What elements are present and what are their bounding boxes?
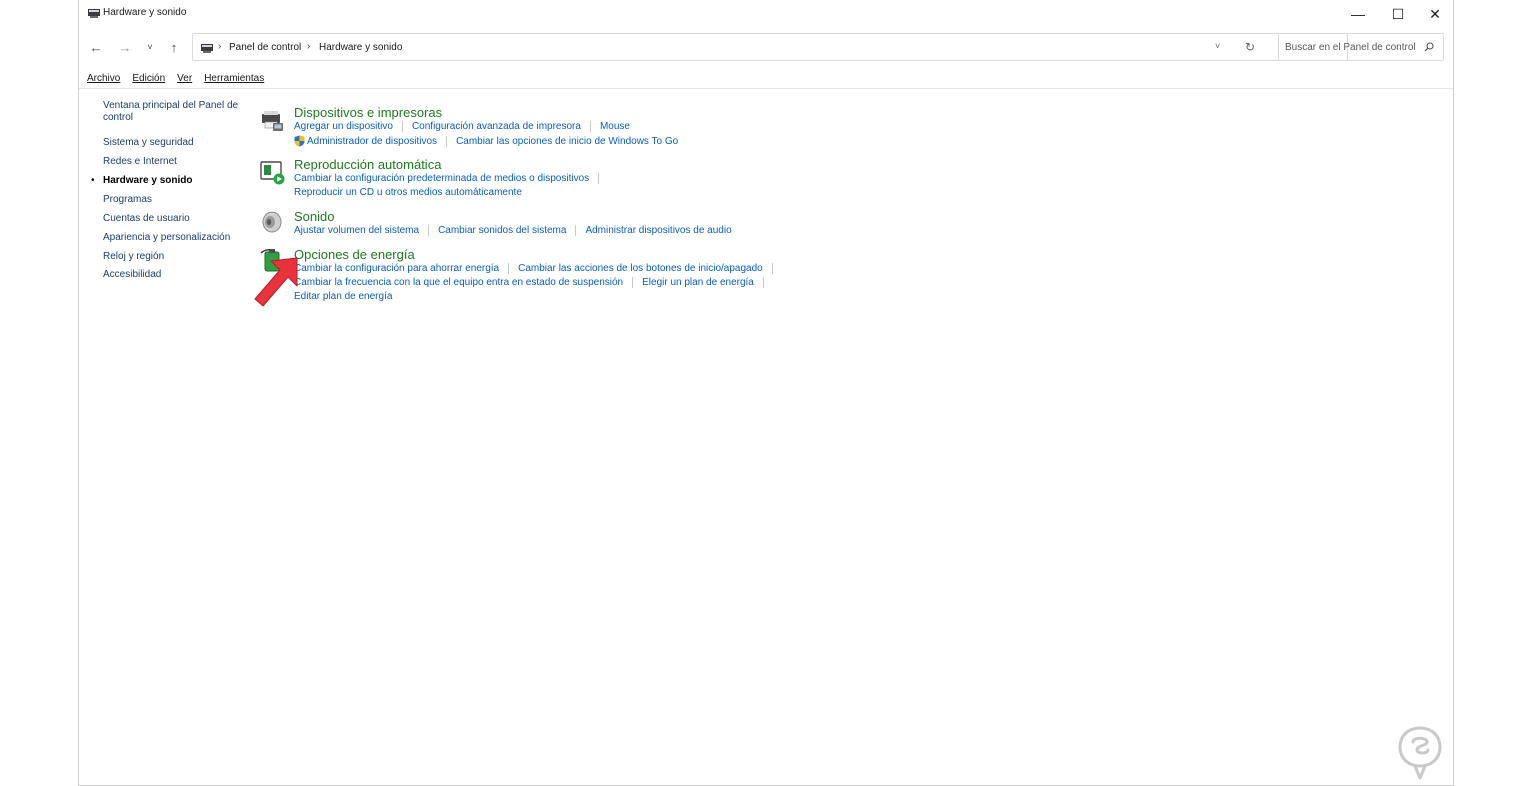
- arrow-left-icon: ←: [89, 39, 103, 55]
- section-title-reproduccion[interactable]: Reproducción automática: [294, 157, 441, 172]
- sidebar-item-accesibilidad[interactable]: Accesibilidad: [103, 269, 161, 281]
- link-separator: [428, 225, 430, 236]
- section-title-sonido[interactable]: Sonido: [294, 209, 334, 224]
- maximize-icon: ☐: [1391, 5, 1405, 22]
- link-separator: [762, 277, 764, 288]
- link-row: Administrador de dispositivos Cambiar la…: [294, 135, 678, 147]
- sidebar-main-link[interactable]: Ventana principal del Panel de control: [103, 100, 243, 124]
- link-config-ahorrar-energia[interactable]: Cambiar la configuración para ahorrar en…: [294, 263, 499, 274]
- sidebar-item-hardware-sonido: Hardware y sonido: [103, 175, 193, 186]
- arrow-right-icon: →: [118, 39, 132, 55]
- link-separator: [446, 135, 448, 147]
- link-config-medios[interactable]: Cambiar la configuración predeterminada …: [294, 173, 589, 184]
- speaker-icon[interactable]: [259, 209, 285, 235]
- arrow-up-icon: ↑: [170, 39, 178, 55]
- menu-herramientas[interactable]: Herramientas: [204, 73, 264, 87]
- link-separator: [589, 121, 591, 132]
- refresh-icon[interactable]: ↻: [1245, 40, 1255, 54]
- control-panel-icon: [201, 44, 213, 53]
- close-icon: ✕: [1429, 5, 1441, 22]
- menu-archivo[interactable]: Archivo: [87, 73, 120, 87]
- link-editar-plan[interactable]: Editar plan de energía: [294, 291, 392, 302]
- link-separator: [401, 121, 403, 132]
- minimize-icon: —: [1351, 6, 1365, 22]
- breadcrumb-separator: ›: [218, 41, 222, 52]
- chevron-down-icon: ˅: [147, 42, 153, 52]
- menu-divider: [79, 88, 1453, 89]
- link-row: Editar plan de energía: [294, 291, 392, 302]
- sidebar-item-programas[interactable]: Programas: [103, 194, 152, 206]
- link-mouse[interactable]: Mouse: [600, 121, 630, 132]
- navigation-bar: ← → ˅ ↑ › Panel de control › Hardware y …: [79, 32, 1453, 62]
- maximize-button[interactable]: ☐: [1379, 0, 1417, 28]
- link-separator: [771, 263, 773, 274]
- link-frecuencia-suspension[interactable]: Cambiar la frecuencia con la que el equi…: [294, 277, 623, 288]
- search-icon: [1424, 42, 1434, 52]
- up-button[interactable]: ↑: [163, 36, 185, 58]
- breadcrumb-separator: ›: [307, 41, 311, 52]
- menu-edicion[interactable]: Edición: [132, 73, 165, 87]
- link-cambiar-sonidos[interactable]: Cambiar sonidos del sistema: [438, 225, 566, 236]
- section-title-dispositivos[interactable]: Dispositivos e impresoras: [294, 105, 442, 120]
- devices-printers-icon[interactable]: [259, 108, 285, 134]
- search-placeholder: Buscar en el Panel de control: [1285, 42, 1416, 53]
- menu-ver[interactable]: Ver: [177, 73, 192, 87]
- menu-bar: Archivo Edición Ver Herramientas: [87, 73, 276, 87]
- link-dispositivos-audio[interactable]: Administrar dispositivos de audio: [585, 225, 731, 236]
- link-elegir-plan[interactable]: Elegir un plan de energía: [642, 277, 754, 288]
- search-input[interactable]: Buscar en el Panel de control: [1278, 33, 1444, 61]
- breadcrumb-panel-de-control[interactable]: Panel de control: [229, 42, 301, 53]
- address-dropdown-icon[interactable]: ˅: [1215, 41, 1220, 51]
- address-bar[interactable]: › Panel de control › Hardware y sonido ˅…: [192, 33, 1348, 61]
- link-row: Cambiar la configuración para ahorrar en…: [294, 263, 782, 274]
- control-panel-icon: [88, 9, 100, 18]
- title-bar: Hardware y sonido — ☐ ✕: [79, 0, 1453, 28]
- link-reproducir-cd[interactable]: Reproducir un CD u otros medios automáti…: [294, 187, 522, 198]
- link-row: Reproducir un CD u otros medios automáti…: [294, 187, 522, 198]
- link-row: Ajustar volumen del sistema Cambiar soni…: [294, 225, 732, 236]
- sidebar-item-redes-internet[interactable]: Redes e Internet: [103, 156, 177, 168]
- link-config-impresora[interactable]: Configuración avanzada de impresora: [412, 121, 581, 132]
- autoplay-icon[interactable]: [259, 159, 285, 185]
- link-agregar-dispositivo[interactable]: Agregar un dispositivo: [294, 121, 393, 132]
- sidebar-item-reloj-region[interactable]: Reloj y región: [103, 251, 164, 263]
- link-ajustar-volumen[interactable]: Ajustar volumen del sistema: [294, 225, 419, 236]
- sidebar-item-sistema-seguridad[interactable]: Sistema y seguridad: [103, 137, 194, 149]
- forward-button[interactable]: →: [114, 36, 136, 58]
- link-separator: [575, 225, 577, 236]
- link-row: Cambiar la frecuencia con la que el equi…: [294, 277, 773, 288]
- sidebar-item-apariencia[interactable]: Apariencia y personalización: [103, 232, 230, 244]
- window-title: Hardware y sonido: [103, 7, 187, 18]
- link-separator: [632, 277, 634, 288]
- link-windows-to-go[interactable]: Cambiar las opciones de inicio de Window…: [456, 136, 678, 147]
- sidebar-item-cuentas-usuario[interactable]: Cuentas de usuario: [103, 213, 190, 225]
- link-separator: [508, 263, 510, 274]
- control-panel-window: Hardware y sonido — ☐ ✕ ← → ˅ ↑ › Panel …: [78, 0, 1454, 786]
- recent-locations-button[interactable]: ˅: [139, 36, 161, 58]
- current-item-bullet: •: [91, 175, 95, 186]
- back-button[interactable]: ←: [85, 36, 107, 58]
- close-button[interactable]: ✕: [1416, 0, 1454, 28]
- link-row: Agregar un dispositivo Configuración ava…: [294, 121, 630, 132]
- minimize-button[interactable]: —: [1339, 0, 1377, 28]
- breadcrumb-hardware-y-sonido[interactable]: Hardware y sonido: [319, 42, 402, 53]
- section-title-energia[interactable]: Opciones de energía: [294, 247, 415, 262]
- link-administrador-dispositivos[interactable]: Administrador de dispositivos: [307, 136, 437, 147]
- link-acciones-botones[interactable]: Cambiar las acciones de los botones de i…: [518, 263, 763, 274]
- watermark-logo-icon: [1398, 726, 1442, 780]
- uac-shield-icon: [294, 135, 305, 147]
- annotation-arrow-icon: [254, 257, 298, 307]
- link-row: Cambiar la configuración predeterminada …: [294, 173, 608, 184]
- link-separator: [598, 173, 600, 184]
